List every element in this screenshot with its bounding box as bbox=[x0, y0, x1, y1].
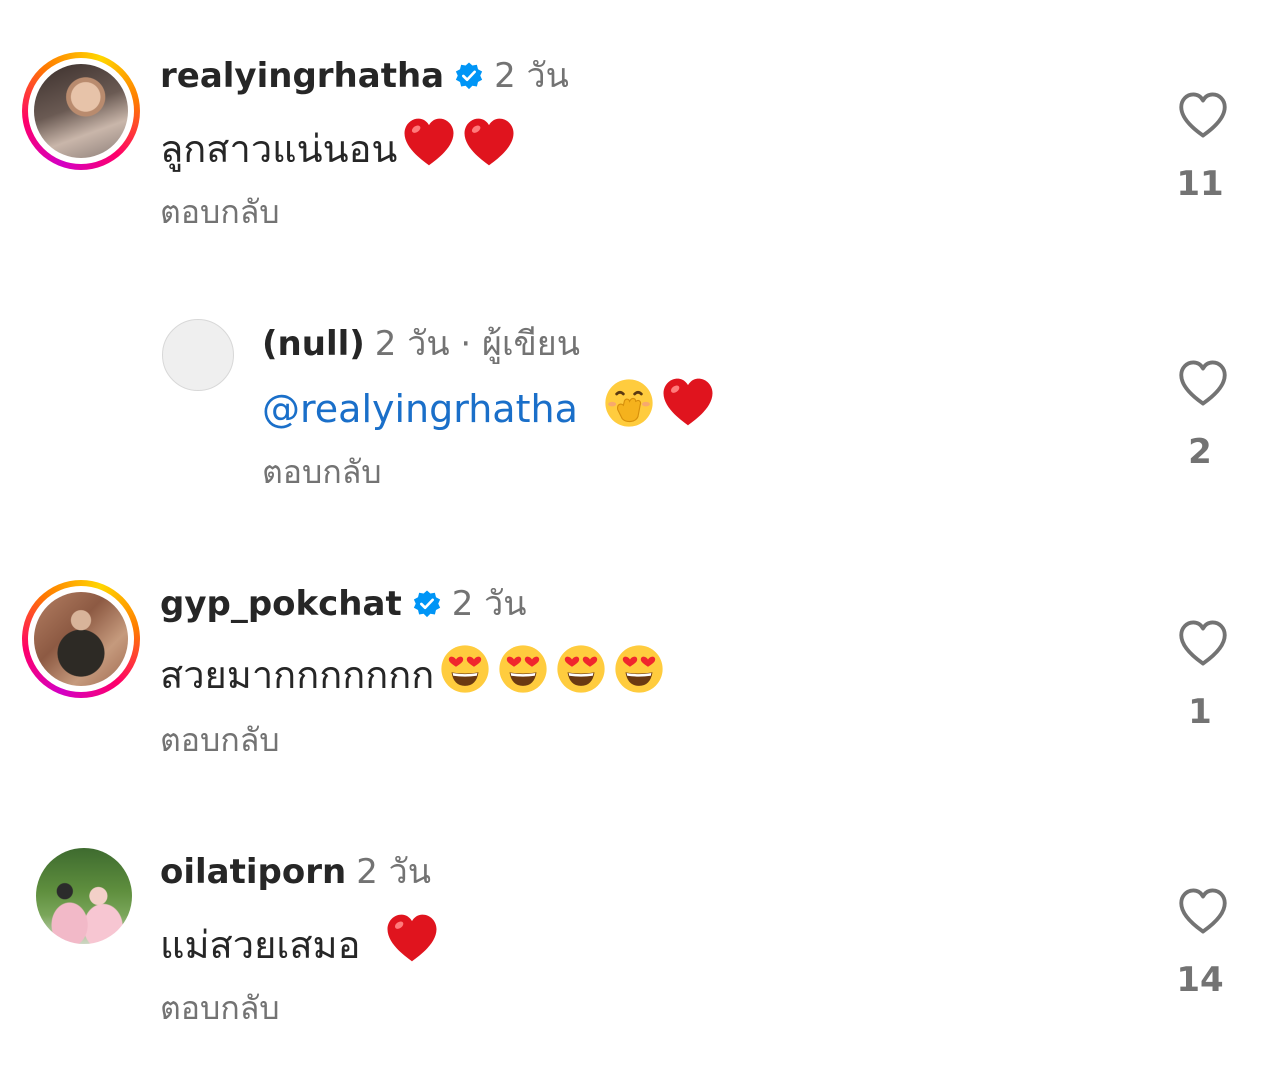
comment-username[interactable]: oilatiporn bbox=[160, 852, 346, 892]
heart-eyes-emoji-icon bbox=[554, 642, 608, 696]
like-heart-icon[interactable] bbox=[1171, 86, 1235, 144]
heart-eyes-emoji-icon bbox=[612, 642, 666, 696]
avatar-story-ring[interactable] bbox=[22, 52, 140, 170]
hand-over-mouth-emoji-icon bbox=[602, 376, 656, 430]
separator-dot: · bbox=[460, 324, 472, 364]
like-count: 2 bbox=[1188, 432, 1212, 472]
comment-text: ลูกสาวแน่นอน bbox=[160, 127, 398, 171]
like-count: 14 bbox=[1176, 960, 1224, 1000]
reply-button[interactable]: ตอบกลับ bbox=[262, 452, 382, 492]
comment-username[interactable]: (null) bbox=[262, 324, 365, 364]
heart-eyes-emoji-icon bbox=[496, 642, 550, 696]
reply-button[interactable]: ตอบกลับ bbox=[160, 192, 280, 232]
verified-badge-icon bbox=[412, 589, 442, 619]
red-heart-emoji-icon bbox=[384, 910, 440, 966]
comment-timestamp: 2 วัน bbox=[356, 852, 431, 892]
avatar-photo[interactable] bbox=[36, 848, 132, 944]
comment-username[interactable]: gyp_pokchat bbox=[160, 584, 402, 624]
like-heart-icon[interactable] bbox=[1171, 882, 1235, 940]
mention-link[interactable]: @realyingrhatha bbox=[262, 387, 578, 431]
red-heart-emoji-icon bbox=[401, 114, 457, 170]
reply-button[interactable]: ตอบกลับ bbox=[160, 720, 280, 760]
avatar-photo bbox=[34, 592, 128, 686]
like-count: 1 bbox=[1188, 692, 1212, 732]
like-heart-icon[interactable] bbox=[1171, 614, 1235, 672]
author-badge: ผู้เขียน bbox=[482, 324, 580, 364]
comment-text: แม่สวยเสมอ bbox=[160, 923, 361, 967]
verified-badge-icon bbox=[454, 61, 484, 91]
red-heart-emoji-icon bbox=[660, 374, 716, 430]
avatar-photo bbox=[34, 64, 128, 158]
reply-button[interactable]: ตอบกลับ bbox=[160, 988, 280, 1028]
avatar-story-ring[interactable] bbox=[22, 580, 140, 698]
like-heart-icon[interactable] bbox=[1171, 354, 1235, 412]
like-count: 11 bbox=[1176, 164, 1224, 204]
comment-text: สวยมากกกกกกก bbox=[160, 653, 435, 697]
heart-eyes-emoji-icon bbox=[438, 642, 492, 696]
comment-username[interactable]: realyingrhatha bbox=[160, 56, 444, 96]
comment-timestamp: 2 วัน bbox=[494, 56, 569, 96]
avatar-placeholder[interactable] bbox=[162, 319, 234, 391]
red-heart-emoji-icon bbox=[461, 114, 517, 170]
comment-timestamp: 2 วัน bbox=[374, 324, 450, 364]
comment-timestamp: 2 วัน bbox=[451, 584, 527, 624]
